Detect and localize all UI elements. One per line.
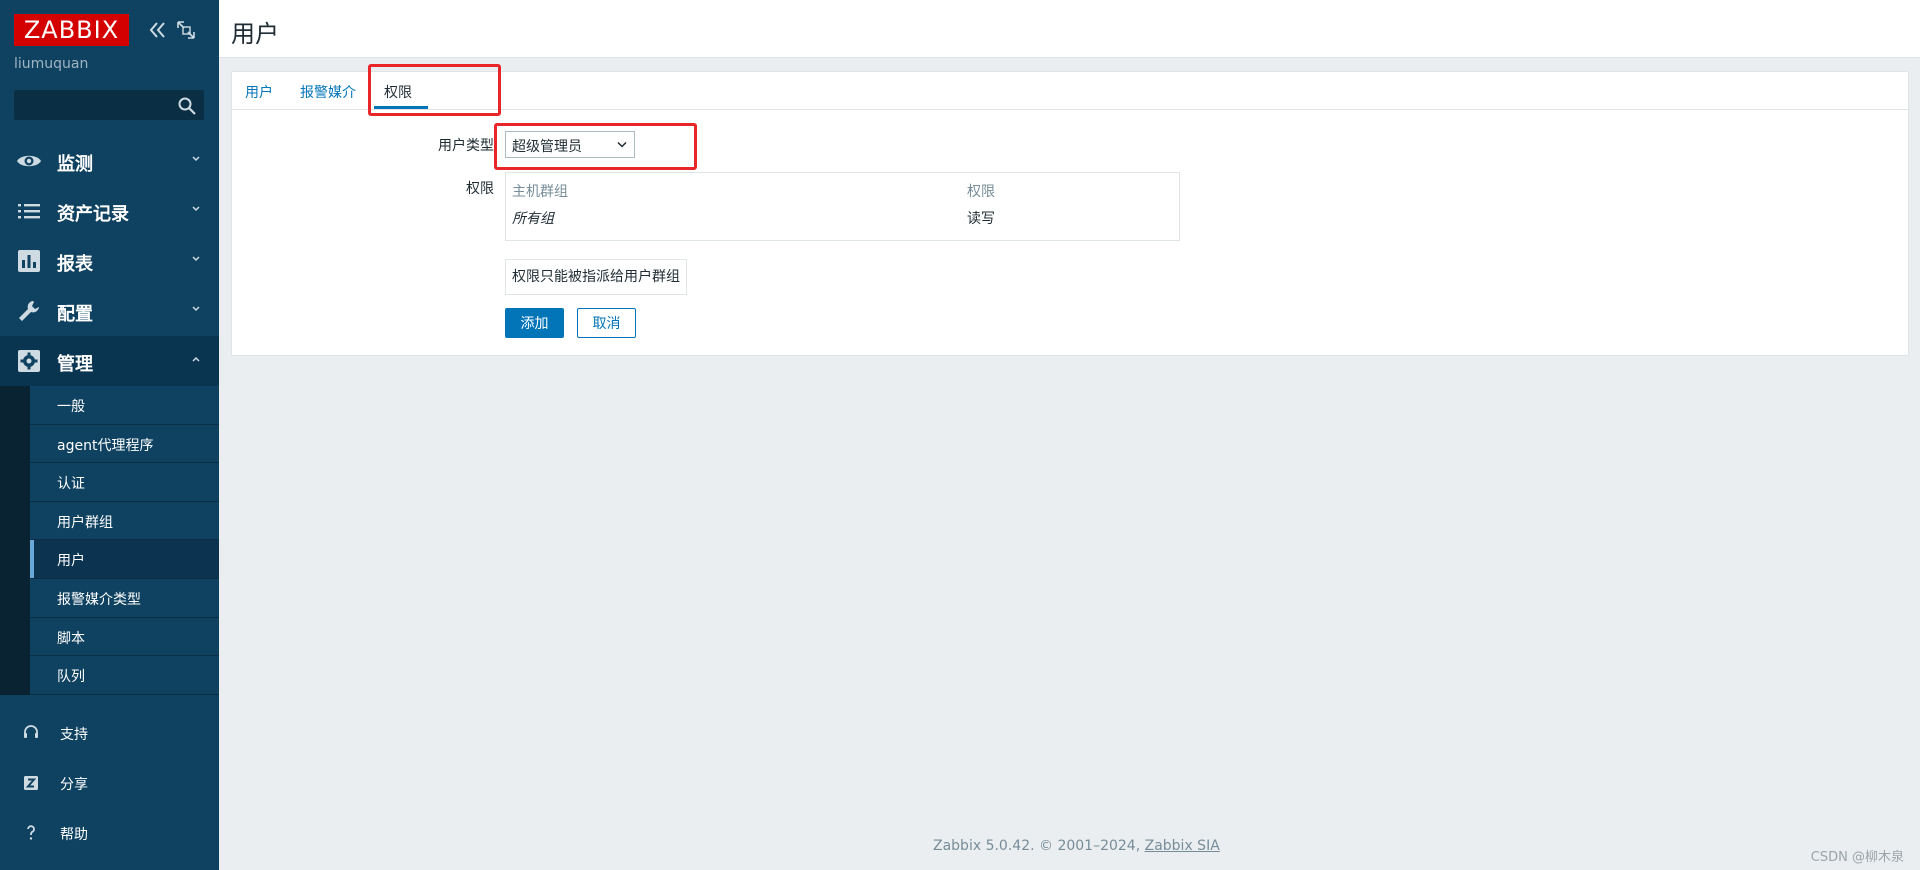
column-header-host-group: 主机群组 — [512, 184, 568, 200]
menu-item-label: 管理 — [57, 354, 93, 375]
search-box — [14, 90, 204, 120]
menu-item-label: 资产记录 — [57, 204, 129, 225]
submenu-item-general[interactable]: 一般 — [30, 386, 219, 425]
sidebar-bottom-menu: 支持 分享 帮助 — [0, 708, 219, 858]
submenu-item-label: 队列 — [57, 669, 85, 686]
watermark: CSDN @柳木泉 — [1810, 850, 1904, 865]
footer: Zabbix 5.0.42. © 2001–2024, Zabbix SIA — [933, 838, 1220, 854]
cell-host-group: 所有组 — [512, 211, 554, 227]
chevron-down-icon — [192, 256, 200, 262]
menu-item-label: 报表 — [57, 254, 93, 275]
search-icon[interactable] — [177, 96, 197, 116]
tab-media[interactable]: 报警媒介 — [300, 82, 356, 102]
help-link[interactable]: 帮助 — [0, 808, 219, 858]
list-icon — [18, 204, 40, 219]
share-link[interactable]: 分享 — [0, 758, 219, 808]
page-title: 用户 — [231, 20, 279, 48]
tab-user[interactable]: 用户 — [245, 82, 273, 102]
headset-icon — [24, 725, 38, 738]
zabbix-logo[interactable]: ZABBIX — [14, 14, 129, 46]
chevron-down-icon — [192, 206, 200, 212]
user-form-panel: 用户 报警媒介 权限 用户类型 超级管理员 权限 主机群组 权限 所有组 读写 … — [231, 71, 1909, 356]
brand-row: ZABBIX — [14, 14, 209, 46]
support-link[interactable]: 支持 — [0, 708, 219, 758]
submenu-item-label: 认证 — [57, 476, 85, 493]
tab-bar: 用户 报警媒介 权限 — [232, 72, 1908, 110]
submenu-item-queue[interactable]: 队列 — [30, 656, 219, 695]
share-icon — [24, 776, 38, 790]
page-header: 用户 — [219, 0, 1920, 58]
menu-item-monitoring[interactable]: 监测 — [0, 136, 219, 186]
menu-item-administration[interactable]: 管理 — [0, 336, 219, 386]
chevron-up-icon — [192, 356, 200, 362]
user-type-select[interactable]: 超级管理员 — [505, 131, 635, 158]
submenu-item-media-types[interactable]: 报警媒介类型 — [30, 578, 219, 618]
footer-text: Zabbix 5.0.42. © 2001–2024, — [933, 838, 1145, 854]
wrench-icon — [19, 301, 39, 321]
chevron-down-icon — [192, 306, 200, 312]
chevron-down-icon — [617, 141, 627, 148]
submenu-item-label: 一般 — [57, 399, 85, 415]
administration-submenu: 一般 agent代理程序 认证 用户群组 用户 报警媒介类型 脚本 队列 — [0, 386, 219, 695]
submenu-item-scripts[interactable]: 脚本 — [30, 617, 219, 657]
search-input[interactable] — [15, 91, 175, 119]
add-button[interactable]: 添加 — [505, 308, 564, 338]
chevron-down-icon — [192, 156, 200, 162]
share-label: 分享 — [60, 777, 88, 793]
user-type-value: 超级管理员 — [512, 139, 582, 155]
footer-link[interactable]: Zabbix SIA — [1145, 838, 1220, 854]
permissions-notice: 权限只能被指派给用户群组 — [505, 259, 687, 295]
main-menu: 监测 资产记录 报表 配置 管理 一般 agent代理程序 认证 用户群组 用户… — [0, 136, 219, 695]
menu-item-label: 监测 — [57, 154, 93, 175]
username: liumuquan — [14, 56, 89, 72]
help-icon — [27, 825, 35, 840]
column-header-permission: 权限 — [967, 184, 995, 200]
active-tab-indicator — [374, 106, 428, 109]
gear-icon — [18, 350, 40, 372]
permissions-table: 主机群组 权限 所有组 读写 — [505, 172, 1180, 241]
submenu-item-user-groups[interactable]: 用户群组 — [30, 501, 219, 541]
menu-item-reports[interactable]: 报表 — [0, 236, 219, 286]
kiosk-mode-icon[interactable] — [176, 20, 196, 40]
submenu-item-users[interactable]: 用户 — [30, 540, 219, 579]
support-label: 支持 — [60, 727, 88, 743]
submenu-item-label: 报警媒介类型 — [57, 591, 141, 608]
menu-item-configuration[interactable]: 配置 — [0, 286, 219, 336]
tab-permissions[interactable]: 权限 — [384, 82, 412, 102]
permissions-label: 权限 — [466, 181, 494, 197]
help-label: 帮助 — [60, 827, 88, 843]
submenu-item-label: 用户群组 — [57, 514, 113, 531]
eye-icon — [17, 155, 41, 167]
cancel-button[interactable]: 取消 — [577, 308, 636, 338]
menu-item-label: 配置 — [57, 304, 93, 325]
submenu-item-proxies[interactable]: agent代理程序 — [30, 424, 219, 464]
collapse-sidebar-icon[interactable] — [146, 18, 170, 42]
user-type-label: 用户类型 — [438, 138, 494, 154]
menu-item-inventory[interactable]: 资产记录 — [0, 186, 219, 236]
sidebar: ZABBIX liumuquan 监测 资产记录 报表 配置 管理 一般 age… — [0, 0, 219, 870]
submenu-item-label: 用户 — [57, 553, 85, 570]
submenu-item-label: 脚本 — [57, 630, 85, 647]
submenu-item-label: agent代理程序 — [57, 437, 154, 454]
bar-chart-icon — [18, 250, 40, 272]
cell-permission: 读写 — [967, 211, 995, 227]
submenu-item-authentication[interactable]: 认证 — [30, 463, 219, 502]
